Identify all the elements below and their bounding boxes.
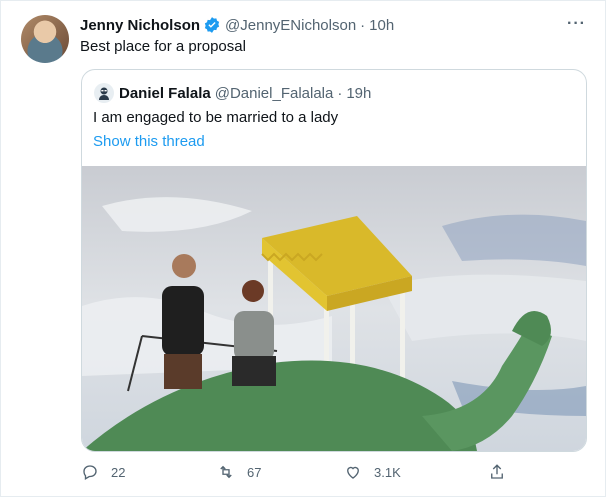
retweet-button[interactable]: 67 [217,463,261,481]
tweet-header: Jenny Nicholson @JennyENicholson · 10h [80,16,394,34]
like-icon [347,466,359,479]
reply-button[interactable]: 22 [81,463,125,481]
share-icon [491,464,503,479]
quoted-author-avatar [94,83,114,103]
quoted-separator-dot: · [337,84,343,102]
author-avatar[interactable] [21,15,69,63]
separator-dot: · [360,16,366,34]
author-handle[interactable]: @JennyENicholson [225,17,356,34]
like-button[interactable]: 3.1K [344,463,401,481]
tweet-text: Best place for a proposal [80,38,246,55]
like-count: 3.1K [374,464,401,480]
quoted-photo[interactable] [82,166,586,451]
quoted-author-handle: @Daniel_Falalala [214,84,334,102]
verified-badge-icon [204,17,220,33]
retweet-count: 67 [247,464,262,480]
quoted-text: I am engaged to be married to a lady [93,109,339,126]
quoted-tweet[interactable]: Daniel Falala @Daniel_Falalala · 19h I a… [81,69,587,452]
reply-icon [83,465,97,480]
more-icon[interactable]: ··· [567,15,586,33]
retweet-icon [220,465,232,479]
author-name[interactable]: Jenny Nicholson [80,17,200,34]
quoted-timestamp: 19h [346,84,372,102]
tweet-timestamp[interactable]: 10h [369,17,394,34]
show-thread-link[interactable]: Show this thread [93,133,205,150]
tweet-card[interactable]: Jenny Nicholson @JennyENicholson · 10h ·… [0,0,606,497]
quoted-author-name: Daniel Falala [119,84,211,102]
reply-count: 22 [111,464,126,480]
share-button[interactable] [488,463,518,481]
quoted-header: Daniel Falala @Daniel_Falalala · 19h [94,83,371,103]
tweet-actions: 22 67 3.1K [1,463,605,483]
